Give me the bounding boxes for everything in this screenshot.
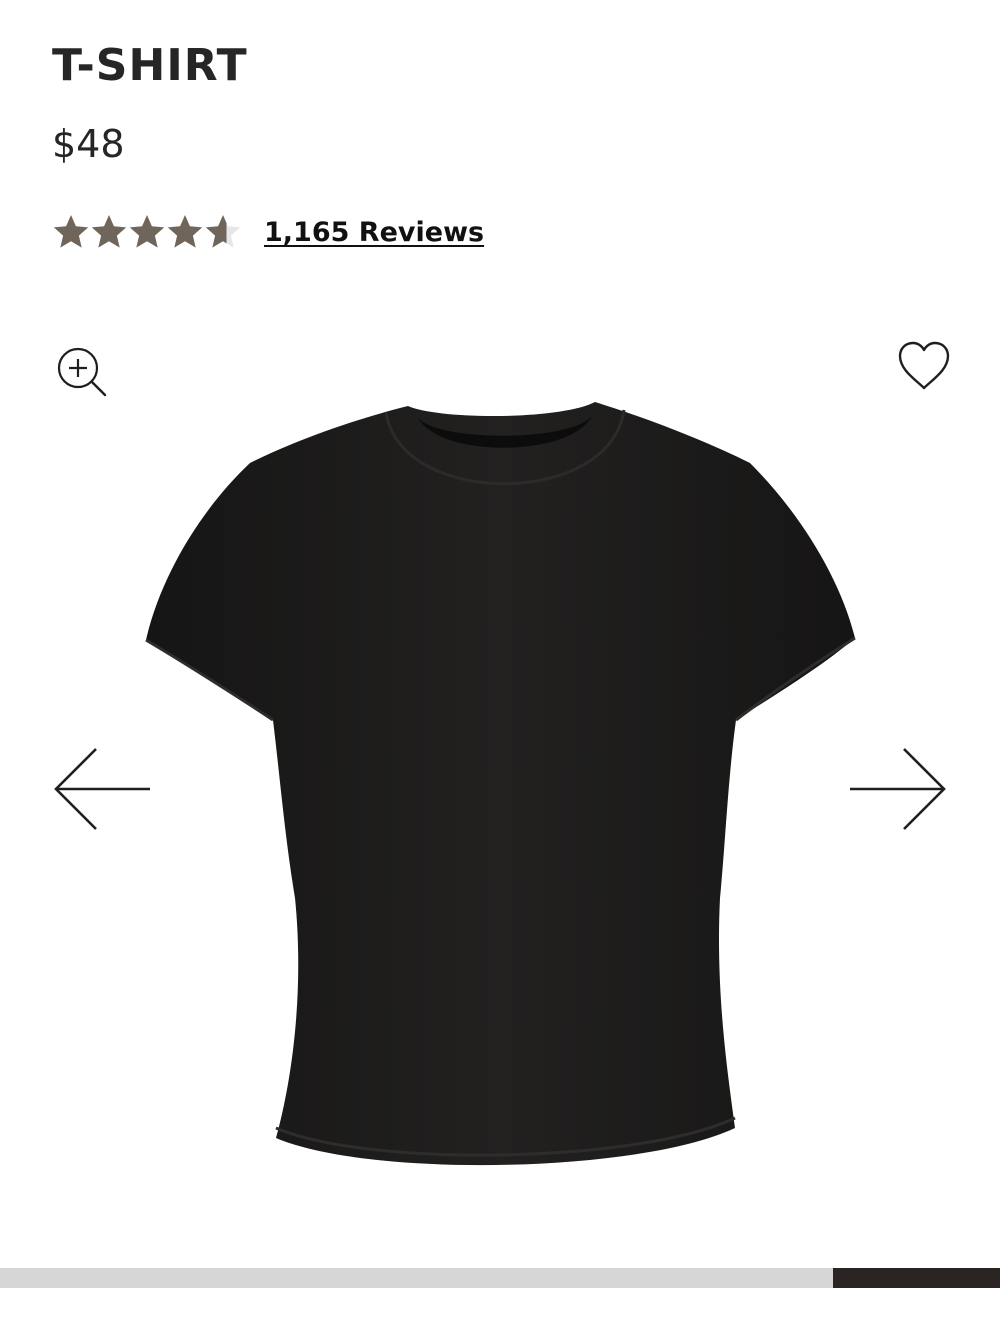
star-icon (53, 215, 89, 248)
star-rating (52, 213, 242, 251)
star-icon (91, 215, 127, 248)
zoom-in-icon[interactable] (54, 344, 110, 400)
product-title: T-SHIRT (52, 40, 248, 91)
star-icon (129, 215, 165, 248)
product-image[interactable] (140, 398, 860, 1188)
carousel-progress-fill (833, 1268, 1000, 1288)
rating-row: 1,165 Reviews (52, 210, 484, 254)
heart-icon[interactable] (896, 340, 952, 392)
star-icon (167, 215, 203, 248)
arrow-right-icon[interactable] (846, 745, 948, 833)
reviews-link[interactable]: 1,165 Reviews (264, 217, 484, 248)
carousel-progress-bar (0, 1268, 1000, 1288)
arrow-left-icon[interactable] (52, 745, 154, 833)
star-icon (205, 215, 241, 248)
product-price: $48 (52, 122, 125, 166)
